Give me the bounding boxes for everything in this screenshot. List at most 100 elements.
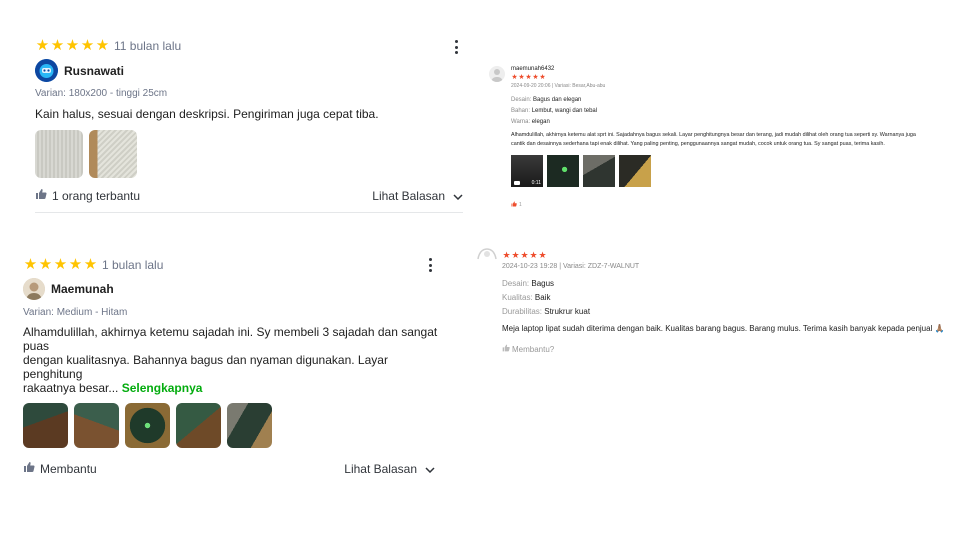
review-photo[interactable] bbox=[35, 130, 83, 178]
review-attr: Kualitas: Baik bbox=[502, 293, 960, 302]
thumbs-up-icon bbox=[35, 188, 47, 203]
helpful-label: Membantu? bbox=[512, 344, 555, 354]
review-footer: Membantu Lihat Balasan bbox=[23, 461, 435, 476]
like-count: 1 bbox=[519, 202, 522, 208]
star-icon: ★ bbox=[53, 256, 68, 273]
more-options-icon[interactable] bbox=[448, 39, 464, 55]
video-camera-icon bbox=[514, 181, 520, 185]
attr-label: Bahan: bbox=[511, 108, 531, 114]
star-icon: ★ bbox=[538, 250, 547, 260]
video-duration: 0:11 bbox=[531, 180, 541, 186]
reviewer-name[interactable]: Maemunah bbox=[51, 282, 114, 296]
like-button[interactable]: 1 bbox=[511, 201, 960, 209]
review-attr: Bahan: Lembut, wangi dan tebal bbox=[511, 107, 960, 115]
review-meta: 2024-09-20 20:06 | Variasi: Besar,Abu-ab… bbox=[511, 83, 606, 89]
review-footer: 1 orang terbantu Lihat Balasan bbox=[35, 188, 463, 203]
attr-label: Desain: bbox=[502, 279, 530, 288]
review-text-line: cantik dan desainnya sederhana tapi enak… bbox=[511, 141, 885, 147]
review-photo[interactable] bbox=[89, 130, 137, 178]
star-icon: ★ bbox=[83, 256, 98, 273]
attr-value: elegan bbox=[531, 119, 550, 125]
review-text-line: rakaatnya besar... Selengkapnya bbox=[23, 381, 443, 395]
more-options-icon[interactable] bbox=[422, 257, 438, 273]
review-variant: Varian: 180x200 - tinggi 25cm bbox=[35, 88, 168, 99]
thumbs-up-icon bbox=[23, 461, 35, 476]
review-text: Alhamdulillah, akhirnya ketemu sajadah i… bbox=[23, 325, 443, 395]
review-photo[interactable] bbox=[74, 403, 119, 448]
read-more-link[interactable]: Selengkapnya bbox=[122, 381, 203, 395]
helpful-count: 1 orang terbantu bbox=[52, 188, 141, 203]
chevron-down-icon bbox=[453, 189, 463, 203]
review-meta: 2024-10-23 19:28 | Variasi: ZDZ-7-WALNUT bbox=[502, 263, 640, 270]
review-attr: Desain: Bagus dan elegan bbox=[511, 96, 960, 104]
attr-label: Kualitas: bbox=[502, 293, 533, 302]
helpful-button[interactable]: Membantu? bbox=[502, 344, 960, 354]
chevron-down-icon bbox=[425, 462, 435, 476]
review-photo[interactable] bbox=[23, 403, 68, 448]
star-icon: ★ bbox=[68, 256, 83, 273]
attr-value: Bagus bbox=[531, 279, 555, 288]
review-photos bbox=[23, 403, 443, 448]
rating-stars: ★ ★ ★ ★ ★ 1 bulan lalu bbox=[23, 257, 443, 272]
review-photos bbox=[35, 130, 465, 178]
review-card-1: ★ ★ ★ ★ ★ 11 bulan lalu Rusnawati Varian… bbox=[35, 38, 465, 203]
review-photo[interactable] bbox=[583, 155, 615, 187]
attr-label: Warna: bbox=[511, 119, 531, 125]
attr-value: Strukrur kuat bbox=[544, 307, 591, 316]
attr-label: Durabilitas: bbox=[502, 307, 543, 316]
helpful-button[interactable]: 1 orang terbantu bbox=[35, 188, 140, 203]
reviewer-name[interactable]: Rusnawati bbox=[64, 64, 124, 78]
attr-value: Lembut, wangi dan tebal bbox=[531, 108, 598, 114]
star-icon: ★ bbox=[95, 37, 110, 54]
helpful-button[interactable]: Membantu bbox=[23, 461, 97, 476]
reviewer: Rusnawati bbox=[35, 59, 465, 82]
star-icon: ★ bbox=[502, 250, 511, 260]
star-icon: ★ bbox=[65, 37, 80, 54]
default-avatar-icon bbox=[489, 66, 505, 82]
reviewer-name: maemunah6432 bbox=[511, 66, 555, 72]
see-replies-label: Lihat Balasan bbox=[344, 461, 417, 476]
review-text: Meja laptop lipat sudah diterima dengan … bbox=[502, 324, 945, 333]
star-icon: ★ bbox=[511, 250, 520, 260]
review-photo[interactable] bbox=[227, 403, 272, 448]
star-icon: ★ bbox=[532, 74, 539, 81]
review-time: 11 bulan lalu bbox=[114, 38, 182, 53]
review-text-line: dengan kualitasnya. Bahannya bagus dan n… bbox=[23, 353, 388, 381]
star-icon: ★ bbox=[511, 74, 518, 81]
rating-stars: ★ ★ ★ ★ ★ bbox=[511, 74, 960, 81]
attr-label: Desain: bbox=[511, 97, 532, 103]
reviewer: Maemunah bbox=[23, 278, 443, 300]
helpful-label: Membantu bbox=[40, 461, 97, 476]
star-icon: ★ bbox=[80, 37, 95, 54]
review-photo[interactable] bbox=[547, 155, 579, 187]
attr-value: Bagus dan elegan bbox=[533, 97, 582, 103]
see-replies-button[interactable]: Lihat Balasan bbox=[372, 189, 463, 203]
star-icon: ★ bbox=[529, 250, 538, 260]
review-video[interactable]: 0:11 bbox=[511, 155, 543, 187]
review-attr: Warna: elegan bbox=[511, 118, 960, 126]
star-icon: ★ bbox=[38, 256, 53, 273]
avatar bbox=[23, 278, 45, 300]
star-icon: ★ bbox=[50, 37, 65, 54]
review-photo[interactable] bbox=[125, 403, 170, 448]
thumbs-up-icon bbox=[502, 344, 510, 354]
review-card-2: ★ ★ ★ ★ ★ 1 bulan lalu Maemunah Varian: … bbox=[23, 257, 443, 476]
star-icon: ★ bbox=[525, 74, 532, 81]
review-photo[interactable] bbox=[619, 155, 651, 187]
star-icon: ★ bbox=[518, 74, 525, 81]
review-text-line: Alhamdulillah, akhirnya ketemu alat sprt… bbox=[511, 132, 916, 138]
review-text: Kain halus, sesuai dengan deskripsi. Pen… bbox=[35, 107, 379, 121]
see-replies-label: Lihat Balasan bbox=[372, 188, 445, 203]
attr-value: Baik bbox=[534, 293, 551, 302]
default-avatar-icon bbox=[476, 246, 498, 260]
star-icon: ★ bbox=[520, 250, 529, 260]
review-text: Alhamdulillah, akhirnya ketemu alat sprt… bbox=[511, 131, 960, 149]
review-attr: Durabilitas: Strukrur kuat bbox=[502, 307, 960, 316]
star-icon: ★ bbox=[23, 256, 38, 273]
star-icon: ★ bbox=[539, 74, 546, 81]
review-photo[interactable] bbox=[176, 403, 221, 448]
divider bbox=[35, 212, 463, 213]
star-icon: ★ bbox=[35, 37, 50, 54]
see-replies-button[interactable]: Lihat Balasan bbox=[344, 462, 435, 476]
thumbs-up-icon bbox=[511, 201, 517, 209]
